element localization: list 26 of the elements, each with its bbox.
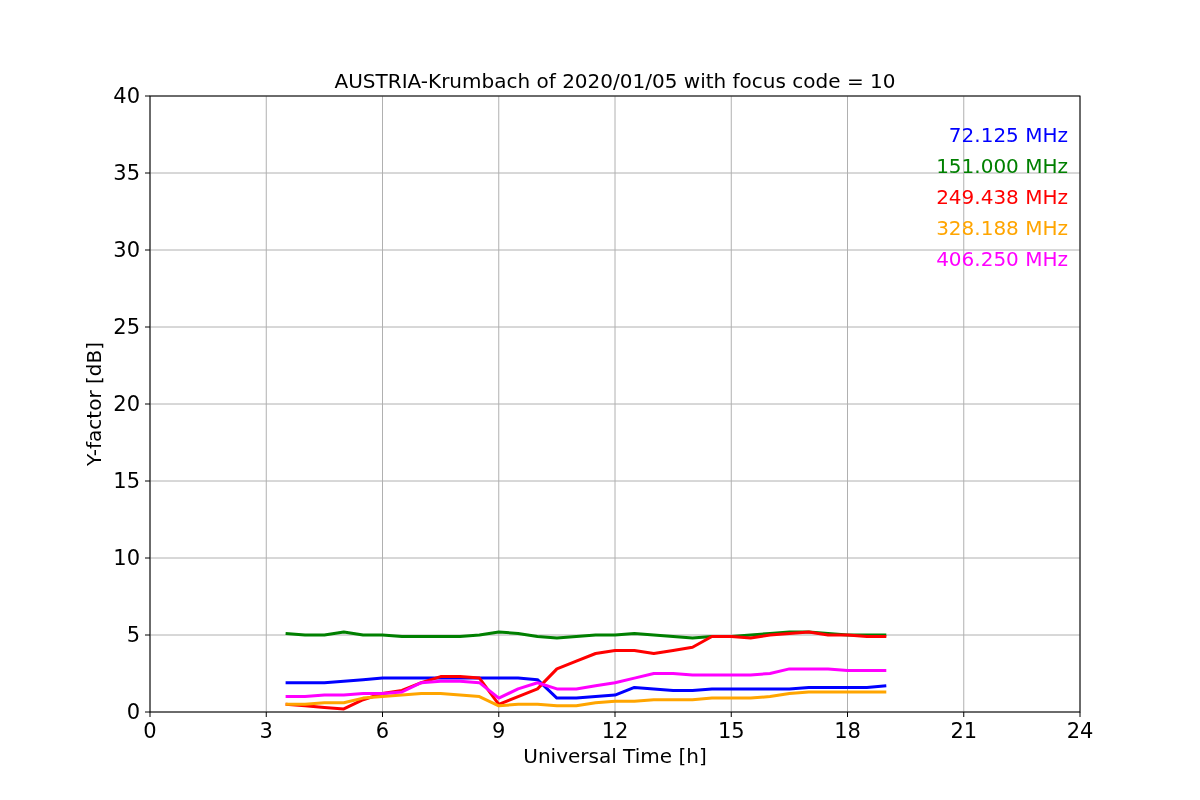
x-tick-label: 12 [601,719,629,743]
y-tick-label: 5 [126,623,140,647]
y-tick-label: 25 [113,315,140,339]
y-tick-label: 15 [113,469,140,493]
y-tick-label: 10 [113,546,140,570]
x-tick-label: 3 [259,719,273,743]
legend-label: 328.188 MHz [936,216,1068,240]
legend-label: 72.125 MHz [948,123,1068,147]
x-tick-label: 6 [375,719,390,743]
x-tick-label: 9 [492,719,506,743]
y-tick-label: 40 [113,84,140,108]
x-tick-label: 21 [950,719,978,743]
legend-label: 249.438 MHz [936,185,1068,209]
x-tick-label: 24 [1066,719,1094,743]
x-axis-label: Universal Time [h] [523,744,707,768]
legend-label: 406.250 MHz [936,247,1068,271]
x-tick-label: 0 [143,719,157,743]
x-tick-label: 15 [717,719,745,743]
y-tick-label: 35 [113,161,140,185]
chart-title: AUSTRIA-Krumbach of 2020/01/05 with focus code = 10 [334,69,896,93]
y-tick-label: 20 [113,392,140,416]
y-tick-label: 0 [126,700,140,724]
legend-label: 151.000 MHz [936,154,1068,178]
y-axis-label: Y-factor [dB] [82,342,106,466]
x-tick-label: 18 [834,719,861,743]
y-tick-label: 30 [113,238,140,262]
